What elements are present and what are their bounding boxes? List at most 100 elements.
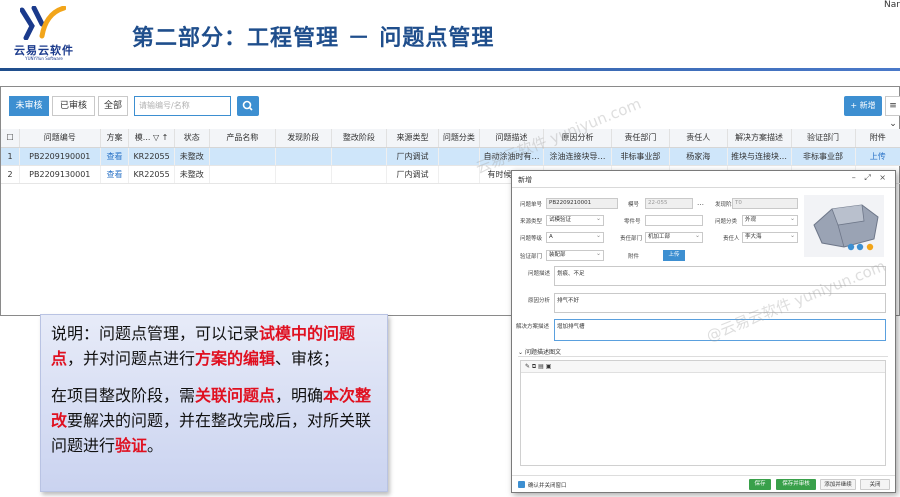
cell-find-stage: [275, 147, 332, 166]
column-header[interactable]: 责任部门: [611, 129, 670, 148]
attachment-label: 附件: [628, 254, 640, 260]
cell-owner: 杨家海: [669, 147, 728, 166]
table-row[interactable]: 1 PB2209190001 查看 KR22055 未整改 厂内调试 自动涂油时…: [1, 147, 900, 166]
cell-problem-no: PB2209130001: [19, 165, 101, 184]
section-label: 问题描述图文: [524, 349, 561, 356]
table-header: ☐ 问题编号 方案 模... ▽ ↑ 状态 产品名称 发现阶段 整改阶段 来源类…: [1, 129, 900, 148]
highlight-text: 关联问题点: [195, 386, 276, 405]
owner-select[interactable]: 李大海: [742, 232, 798, 243]
cell-product: [209, 165, 276, 184]
view-plan-link[interactable]: 查看: [100, 165, 130, 184]
level-select[interactable]: A: [546, 232, 604, 243]
column-header[interactable]: 问题编号: [19, 129, 101, 148]
explanation-paragraph-1: 说明：问题点管理，可以记录试模中的问题点，并对问题点进行方案的编辑、审核；: [51, 321, 377, 371]
column-header[interactable]: 产品名称: [209, 129, 276, 148]
confirm-close-checkbox[interactable]: [518, 481, 525, 488]
section-divider: [518, 356, 888, 357]
column-header[interactable]: 状态: [174, 129, 210, 148]
upload-button[interactable]: 上传: [663, 250, 685, 261]
slide-title: 第二部分：工程管理 － 问题点管理: [132, 26, 495, 51]
explanation-text: 、审核；: [275, 349, 340, 368]
cell-product: [209, 147, 276, 166]
add-continue-button[interactable]: 添加并继续: [820, 479, 856, 490]
column-header[interactable]: 发现阶段: [275, 129, 332, 148]
select-all-checkbox[interactable]: ☐: [1, 129, 21, 148]
solution-input[interactable]: 增加排气槽: [554, 319, 886, 341]
filter-reviewed[interactable]: 已审核: [52, 96, 95, 116]
column-header[interactable]: 模... ▽ ↑: [128, 129, 175, 148]
filter-all[interactable]: 全部: [98, 96, 128, 116]
explanation-text: 要解决的问题，并在整改完成后，对所关联问题进行: [51, 411, 372, 455]
row-index: 1: [1, 147, 21, 166]
rich-text-editor[interactable]: ✎ ⧉ ▤ ▣: [520, 360, 886, 466]
column-header[interactable]: 整改阶段: [331, 129, 388, 148]
source-type-select[interactable]: 试模验证: [546, 215, 604, 226]
close-button[interactable]: 关闭: [860, 479, 890, 490]
owner-label: 责任人: [723, 236, 740, 242]
dialog-title: 新增: [518, 176, 532, 184]
cell-dept: 非标事业部: [611, 147, 670, 166]
save-review-button[interactable]: 保存并审核: [776, 479, 816, 490]
cell-cause: 涂油连接块导…: [543, 147, 613, 166]
header-divider: [0, 68, 900, 71]
highlight-text: 验证: [115, 436, 148, 455]
verify-dept-label: 验证部门: [520, 254, 543, 260]
column-header[interactable]: 解决方案描述: [727, 129, 792, 148]
level-label: 问题等级: [520, 236, 543, 242]
column-header[interactable]: 原因分析: [543, 129, 613, 148]
search-input[interactable]: 请输编号/名称: [134, 96, 231, 116]
more-menu-button[interactable]: ≡ ⌄: [885, 96, 900, 129]
dept-select[interactable]: 机加工部: [645, 232, 703, 243]
row-index: 2: [1, 165, 21, 184]
mold-no-field[interactable]: 22-055: [645, 198, 693, 209]
confirm-close-label: 确认并关闭窗口: [528, 483, 567, 489]
dialog-window-controls[interactable]: – ⤢ ×: [852, 173, 889, 183]
cell-fix-stage: [331, 147, 388, 166]
cell-solution: 推块与连接块…: [727, 147, 792, 166]
dialog-divider: [512, 187, 895, 188]
column-header[interactable]: 问题描述: [479, 129, 544, 148]
column-header[interactable]: 验证部门: [791, 129, 856, 148]
explanation-box: 说明：问题点管理，可以记录试模中的问题点，并对问题点进行方案的编辑、审核； 在项…: [40, 314, 388, 492]
filter-unreviewed[interactable]: 未审核: [9, 96, 49, 116]
cell-status: 未整改: [174, 147, 210, 166]
company-logo: 云易云软件 YUNYiYun Software: [12, 6, 74, 62]
section-problem-images[interactable]: ⌄ 问题描述图文: [518, 347, 561, 356]
cause-input[interactable]: 排气不好: [554, 293, 886, 313]
highlight-text: 方案的编辑: [195, 349, 276, 368]
column-header[interactable]: 附件: [855, 129, 900, 148]
cell-status: 未整改: [174, 165, 210, 184]
cause-label: 原因分析: [528, 298, 551, 304]
search-button[interactable]: [237, 96, 259, 116]
logo-mark-icon: [20, 6, 66, 40]
explanation-text: 。: [147, 436, 164, 455]
upload-link[interactable]: 上传: [855, 147, 900, 166]
add-button[interactable]: + 新增: [844, 96, 882, 116]
column-header[interactable]: 责任人: [669, 129, 728, 148]
save-button[interactable]: 保存: [749, 479, 771, 490]
cell-source: 厂内调试: [386, 165, 439, 184]
column-header[interactable]: 问题分类: [438, 129, 481, 148]
description-label: 问题描述: [528, 271, 551, 277]
column-header[interactable]: 来源类型: [386, 129, 439, 148]
description-input[interactable]: 划痕、不足: [554, 266, 886, 286]
cell-source: 厂内调试: [386, 147, 439, 166]
problem-no-field: PB2209210001: [546, 198, 618, 209]
cell-mold: KR22055: [128, 165, 175, 184]
part-no-label: 零件号: [624, 219, 641, 225]
column-header[interactable]: 方案: [100, 129, 130, 148]
dept-label: 责任部门: [620, 236, 643, 242]
explanation-text: 在项目整改阶段，需: [51, 386, 196, 405]
view-plan-link[interactable]: 查看: [100, 147, 130, 166]
part-thumbnail[interactable]: [804, 195, 884, 257]
chevron-down-icon: ⌄: [518, 349, 525, 356]
cell-fix-stage: [331, 165, 388, 184]
part-no-input[interactable]: [645, 215, 703, 226]
category-select[interactable]: 外观: [742, 215, 798, 226]
mold-picker-icon[interactable]: …: [697, 199, 704, 207]
cell-category: [438, 147, 481, 166]
verify-dept-select[interactable]: 装配部: [546, 250, 604, 261]
cell-category: [438, 165, 481, 184]
editor-toolbar[interactable]: ✎ ⧉ ▤ ▣: [521, 361, 885, 373]
find-stage-field[interactable]: T0: [732, 198, 798, 209]
